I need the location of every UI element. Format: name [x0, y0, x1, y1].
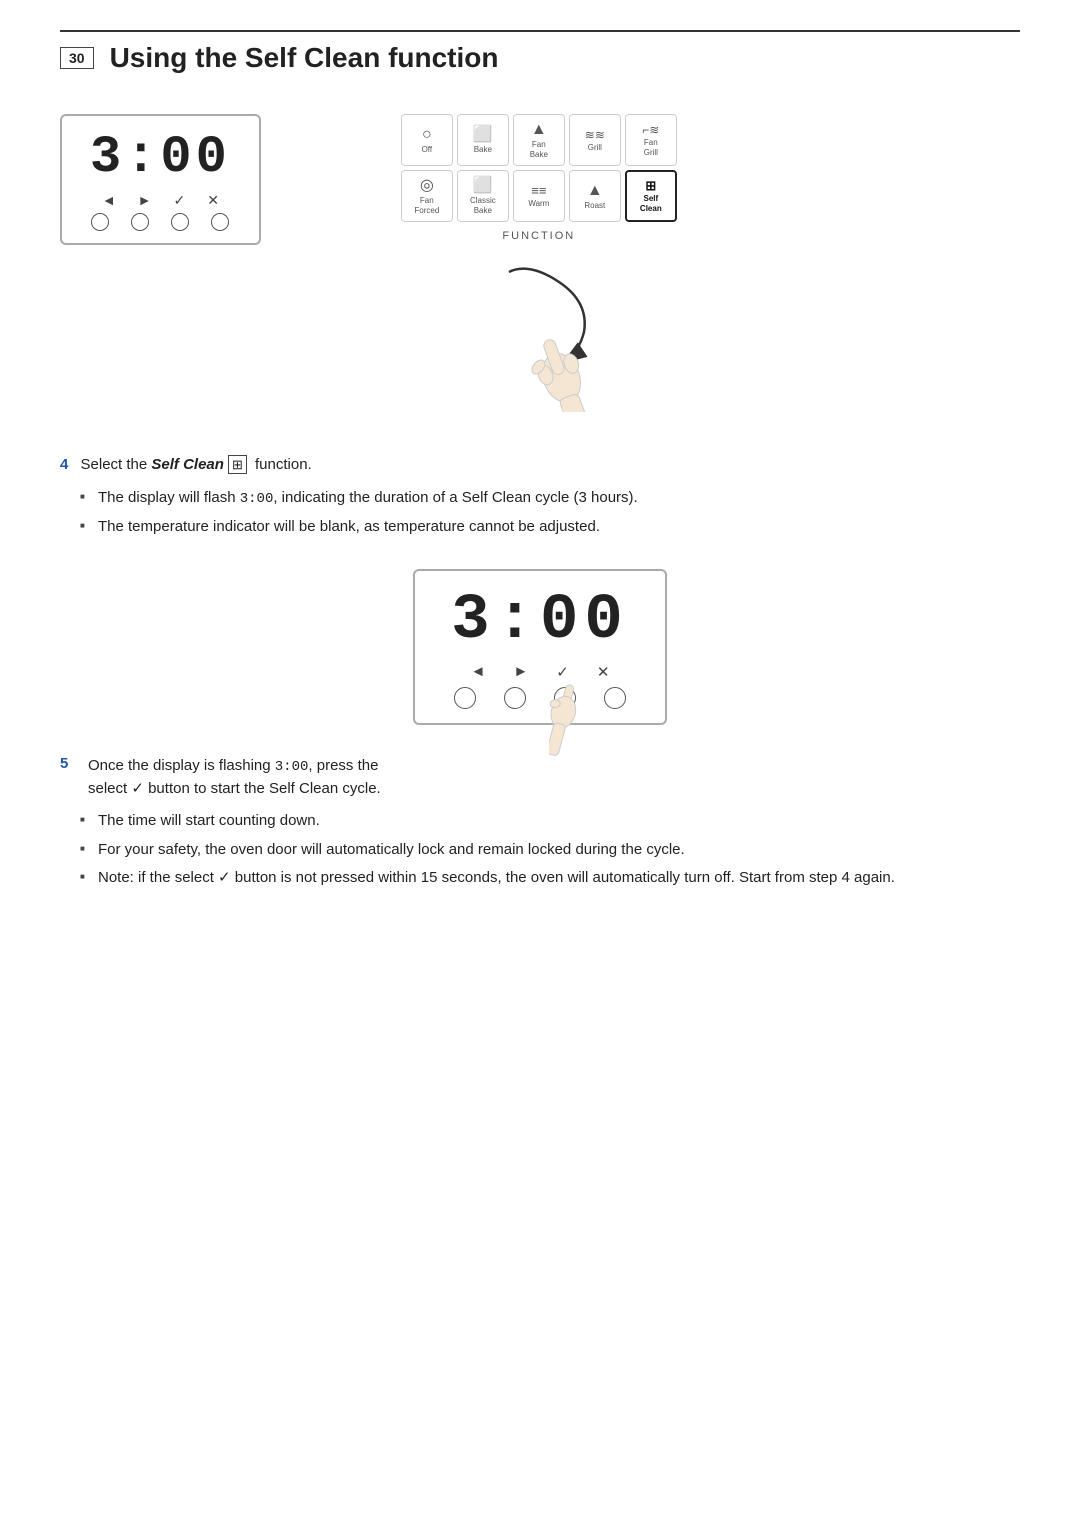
func-fan-bake-label: FanBake	[530, 140, 548, 159]
middle-diagram-area: 3:00 ◄ ► ✓ ✕	[60, 569, 1020, 725]
func-off-label: Off	[422, 145, 433, 155]
page-header: 30 Using the Self Clean function	[60, 30, 1020, 74]
func-fan-forced: ◎ FanForced	[401, 170, 453, 222]
func-warm: ≡≡ Warm	[513, 170, 565, 222]
func-fan-bake: ▲ FanBake	[513, 114, 565, 166]
func-grill: ≋≋ Grill	[569, 114, 621, 166]
flash-time-5: 3:00	[275, 759, 309, 775]
display-circles-large	[454, 687, 626, 709]
func-self-clean-icon: ⊞	[645, 179, 656, 192]
func-roast-icon: ▲	[587, 183, 603, 199]
flash-time-1: 3:00	[240, 491, 274, 507]
circle-1	[91, 213, 109, 231]
step4-block: 4 Select the Self Clean⊞ function.	[60, 456, 1020, 473]
func-warm-label: Warm	[528, 199, 549, 209]
func-fan-grill-icon: ⌐≋	[642, 124, 659, 136]
func-classic-bake-label: ClassicBake	[470, 196, 496, 215]
func-roast: ▲ Roast	[569, 170, 621, 222]
btn-back-small: ◄	[102, 192, 116, 209]
btn-cross-small: ✕	[207, 192, 219, 209]
circle-2	[131, 213, 149, 231]
function-grid: ○ Off ⬜ Bake ▲ FanBake ≋≋ Grill ⌐≋ Fan	[401, 114, 677, 222]
step4-text-after: function.	[251, 456, 312, 473]
func-bake-label: Bake	[474, 145, 492, 155]
circle-4	[211, 213, 229, 231]
page-number: 30	[60, 47, 94, 69]
func-roast-label: Roast	[584, 201, 605, 211]
circle-3	[171, 213, 189, 231]
step4-bold: Self Clean	[151, 456, 224, 473]
top-diagrams-row: 3:00 ◄ ► ✓ ✕ ○ Off	[60, 114, 1020, 416]
bullet2-item1: The time will start counting down.	[80, 810, 1020, 833]
bullet1-item2: The temperature indicator will be blank,…	[80, 516, 1020, 539]
display-panel-small: 3:00 ◄ ► ✓ ✕	[60, 114, 261, 245]
btn-fwd-small: ►	[138, 192, 152, 209]
func-classic-bake-icon: ⬜	[473, 178, 493, 194]
btn-fwd-large: ►	[513, 663, 528, 681]
hand-small-svg	[549, 677, 639, 767]
function-label: FUNCTION	[502, 230, 575, 242]
func-fan-forced-label: FanForced	[414, 196, 439, 215]
func-self-clean-label: SelfClean	[640, 194, 662, 213]
func-fan-bake-icon: ▲	[531, 122, 547, 138]
func-fan-grill: ⌐≋ FanGrill	[625, 114, 677, 166]
btn-back-large: ◄	[471, 663, 486, 681]
step4-number: 4	[60, 456, 68, 473]
hand-pointing-svg	[429, 252, 649, 412]
bullet1-item1: The display will flash 3:00, indicating …	[80, 487, 1020, 510]
func-fan-forced-icon: ◎	[420, 178, 434, 194]
func-fan-grill-label: FanGrill	[644, 138, 658, 157]
circle-large-3-wrapper	[554, 687, 576, 709]
func-grill-label: Grill	[588, 143, 602, 153]
func-bake-icon: ⬜	[473, 127, 493, 143]
func-off-icon: ○	[422, 127, 432, 143]
bottom-section: 5 Once the display is flashing 3:00, pre…	[60, 755, 1020, 890]
step5-block: 5 Once the display is flashing 3:00, pre…	[60, 755, 1020, 801]
bullets1-list: The display will flash 3:00, indicating …	[80, 487, 1020, 539]
step5-number: 5	[60, 755, 78, 772]
display-panel-large-wrapper: 3:00 ◄ ► ✓ ✕	[413, 569, 667, 725]
btn-check-small: ✓	[174, 192, 186, 209]
display-time-small: 3:00	[90, 132, 231, 184]
step5-text: Once the display is flashing 3:00, press…	[88, 755, 381, 801]
func-grill-icon: ≋≋	[585, 129, 605, 141]
bullet2-item3: Note: if the select ✓ button is not pres…	[80, 867, 1020, 890]
func-warm-icon: ≡≡	[531, 184, 546, 197]
func-bake: ⬜ Bake	[457, 114, 509, 166]
func-off: ○ Off	[401, 114, 453, 166]
display-time-large: 3:00	[451, 589, 629, 653]
bullets2-list: The time will start counting down. For y…	[80, 810, 1020, 890]
display-buttons-small: ◄ ► ✓ ✕	[102, 192, 219, 209]
display-circles-small	[91, 213, 229, 231]
circle-large-2	[504, 687, 526, 709]
hand-pointing-diagram	[429, 252, 649, 416]
circle-large-1	[454, 687, 476, 709]
bullet2-item2: For your safety, the oven door will auto…	[80, 839, 1020, 862]
func-self-clean: ⊞ SelfClean	[625, 170, 677, 222]
step4-text-before: Select the	[81, 456, 152, 473]
page-title: Using the Self Clean function	[110, 42, 499, 74]
step4-self-clean-icon-inline: ⊞	[228, 455, 247, 474]
func-classic-bake: ⬜ ClassicBake	[457, 170, 509, 222]
function-panel-area: ○ Off ⬜ Bake ▲ FanBake ≋≋ Grill ⌐≋ Fan	[401, 114, 677, 416]
